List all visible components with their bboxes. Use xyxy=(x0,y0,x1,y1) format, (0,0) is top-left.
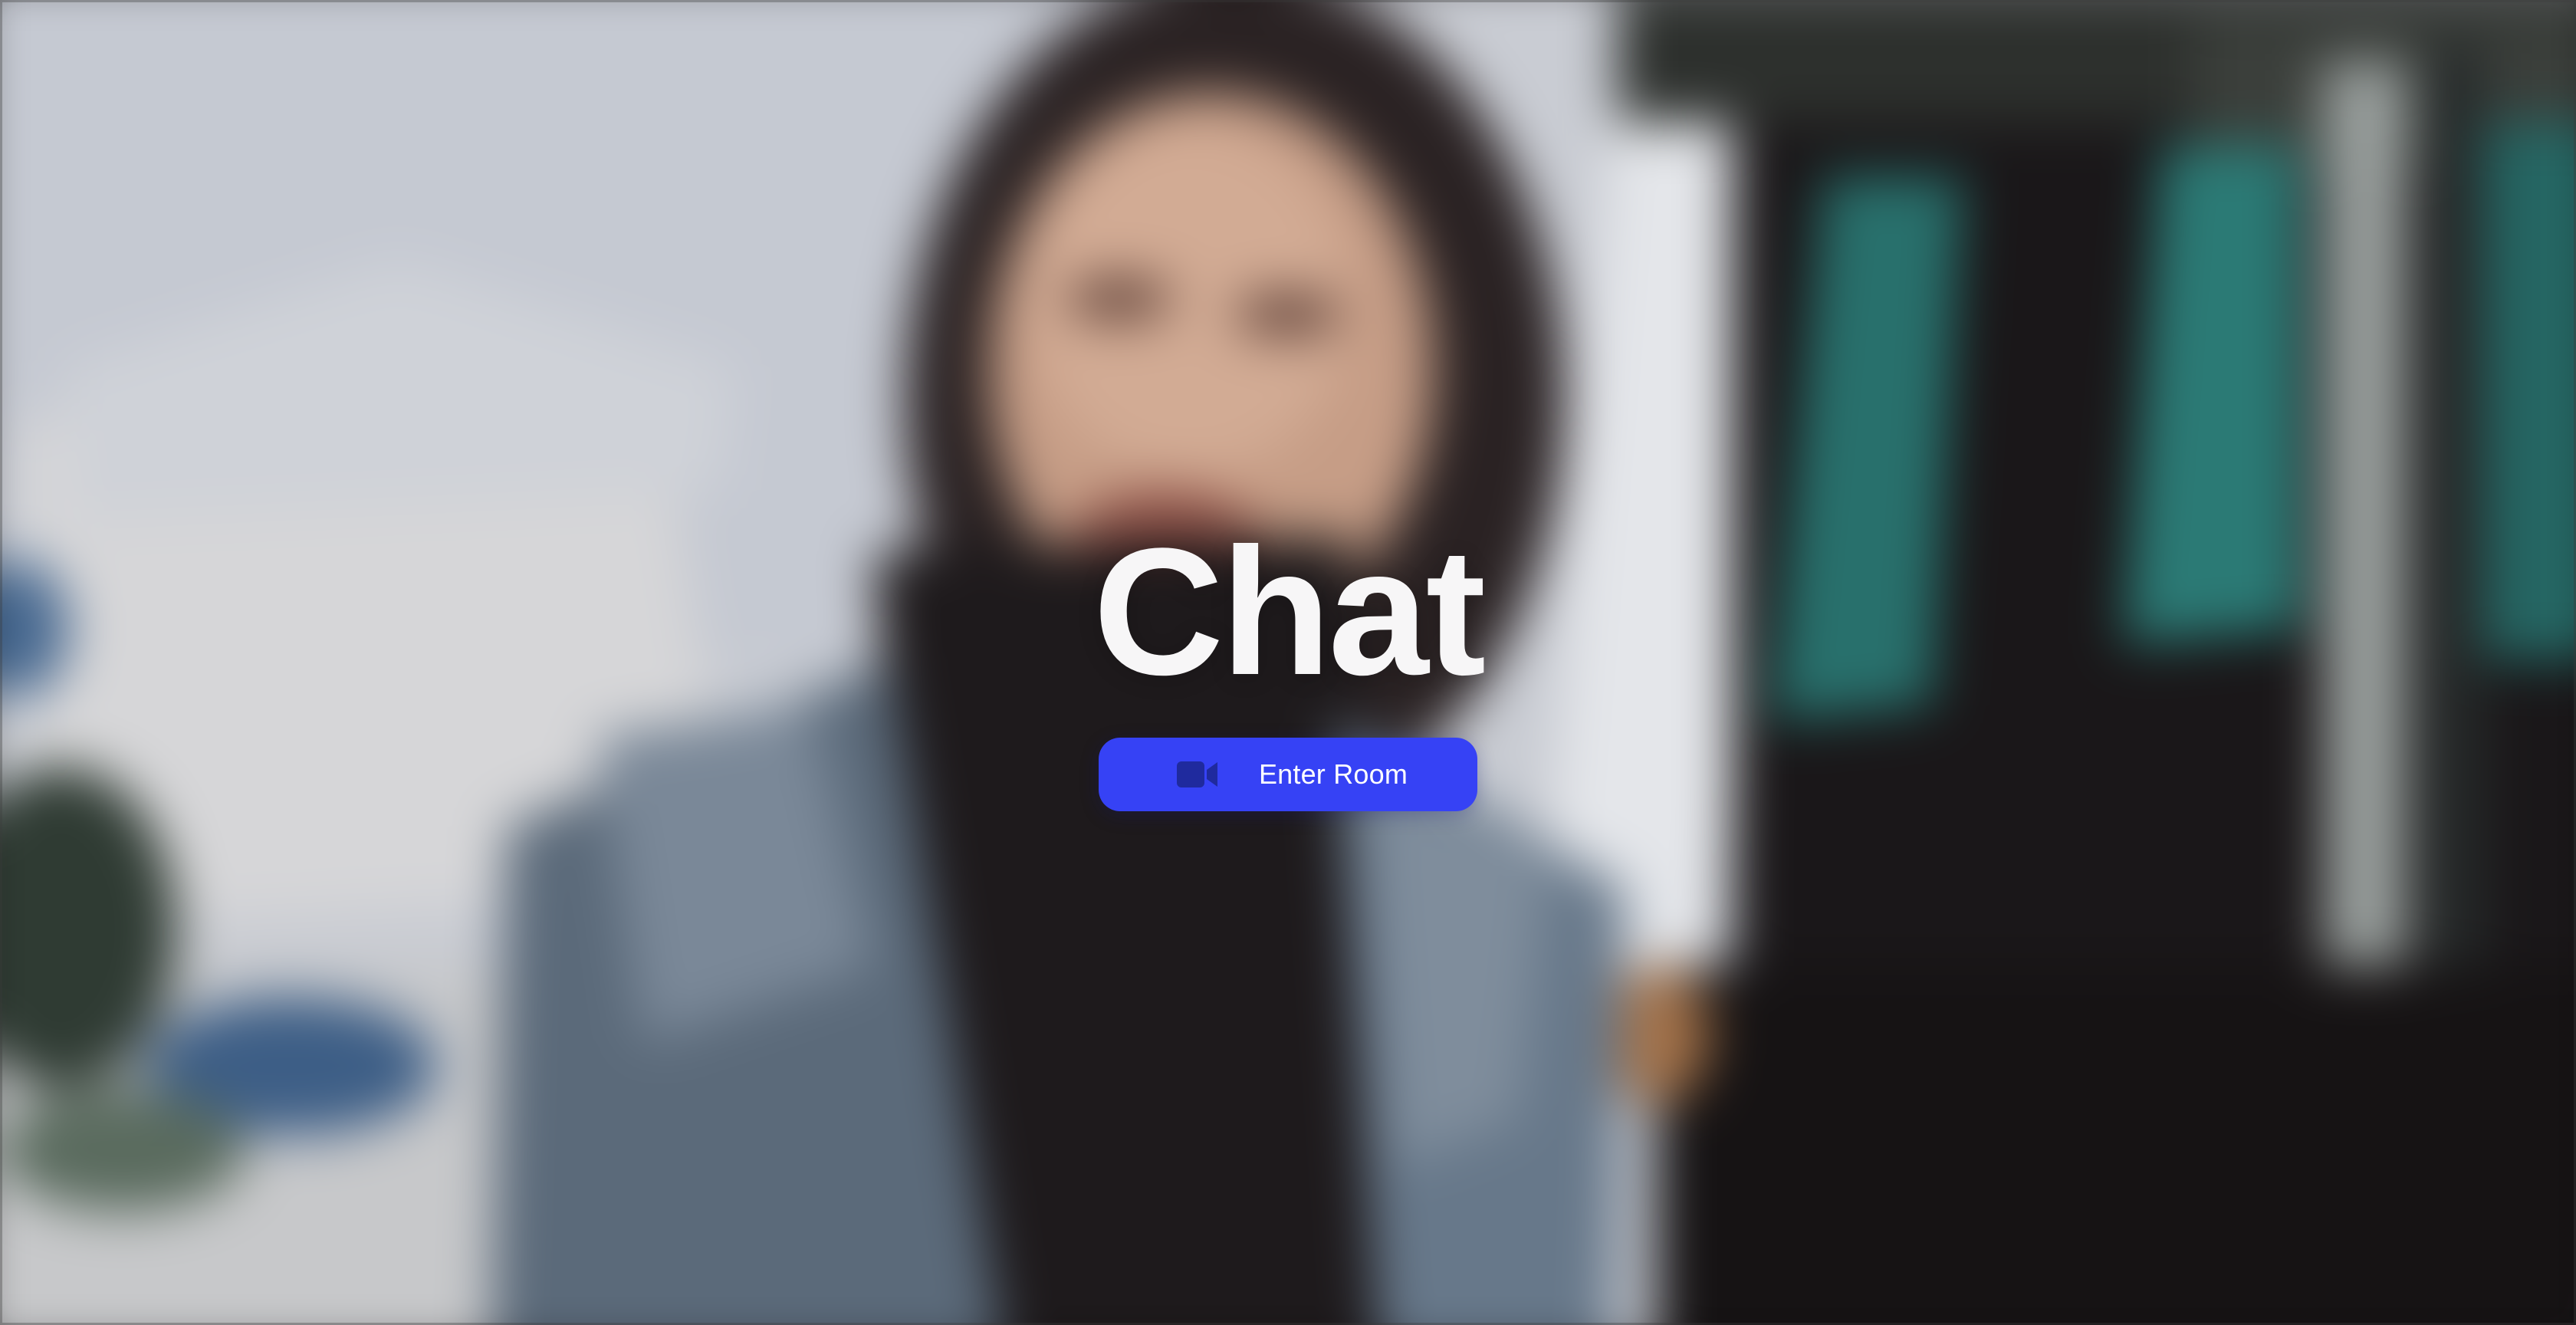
enter-room-button[interactable]: Enter Room xyxy=(1099,738,1477,811)
hero: Chat Enter Room xyxy=(0,0,2576,1325)
enter-room-label: Enter Room xyxy=(1258,758,1408,790)
video-camera-icon xyxy=(1176,759,1219,790)
page-title: Chat xyxy=(1092,511,1486,713)
app-root: Chat Enter Room xyxy=(0,0,2576,1325)
